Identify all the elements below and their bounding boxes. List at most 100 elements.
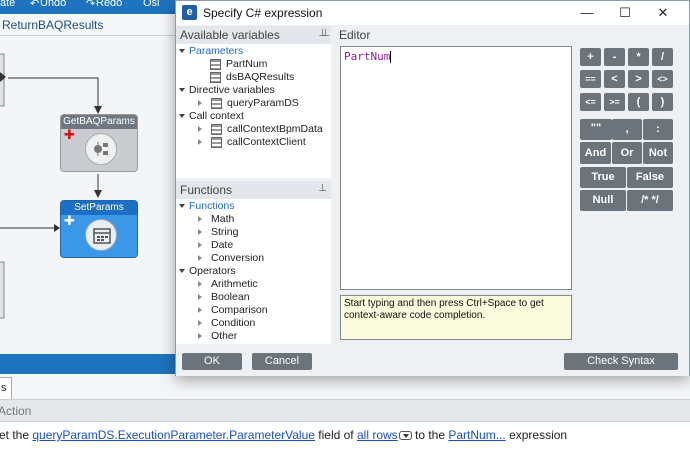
chevron-right-icon[interactable] [198, 320, 202, 327]
greater-than-button[interactable]: > [628, 70, 649, 88]
node-getbaqparams[interactable]: GetBAQParams ✚ [60, 114, 138, 172]
bottom-tab-strip: s [0, 374, 690, 400]
open-paren-button[interactable]: ( [628, 93, 649, 111]
tree-item-parameters[interactable]: Parameters [179, 45, 243, 58]
variable-icon [210, 58, 221, 70]
not-button[interactable]: Not [643, 142, 673, 164]
colon-button[interactable]: : [643, 119, 673, 140]
chevron-down-icon[interactable] [179, 114, 185, 119]
variables-tree: Parameters PartNum dsBAQResults Directiv… [176, 44, 331, 178]
action-suffix: expression [505, 428, 568, 442]
rows-link[interactable]: all rows [357, 428, 398, 442]
tree-item-callcontextbpmdata[interactable]: callContextBpmData [198, 123, 323, 136]
calendar-icon [85, 219, 117, 251]
plus-button[interactable]: + [580, 48, 601, 66]
true-button[interactable]: True [580, 167, 626, 188]
tree-item-arithmetic[interactable]: Arithmetic [198, 278, 258, 291]
tree-item-queryparamds[interactable]: queryParamDS [198, 97, 299, 110]
redo-icon: ↷ [86, 0, 96, 10]
node-setparams[interactable]: SetParams ✚ [60, 200, 138, 258]
close-paren-button[interactable]: ) [652, 93, 673, 111]
rows-dropdown-icon[interactable] [398, 431, 412, 441]
tree-item-comparison[interactable]: Comparison [198, 304, 268, 317]
toolbar-item-undo[interactable]: Undo [40, 0, 66, 9]
minimize-button[interactable]: — [572, 3, 602, 23]
chevron-right-icon[interactable] [198, 126, 202, 133]
variables-panel-title: Available variables [180, 28, 280, 42]
tree-item-condition[interactable]: Condition [198, 317, 255, 330]
chevron-down-icon[interactable] [179, 204, 185, 209]
string-literal-button[interactable]: "" [580, 119, 612, 140]
greater-equal-button[interactable]: >= [604, 93, 625, 111]
check-syntax-button[interactable]: Check Syntax [564, 353, 678, 370]
chevron-right-icon[interactable] [198, 242, 202, 249]
dataset-icon [211, 97, 222, 109]
null-button[interactable]: Null [580, 190, 626, 211]
toolbar-item-save[interactable]: ate [0, 0, 15, 9]
comment-button[interactable]: /* */ [627, 190, 673, 211]
action-mid1: field of [314, 428, 357, 442]
tree-item-date[interactable]: Date [198, 239, 233, 252]
tree-item-callcontextclient[interactable]: callContextClient [198, 136, 306, 149]
tree-item-operators[interactable]: Operators [179, 265, 236, 278]
tree-item-boolean[interactable]: Boolean [198, 291, 250, 304]
tree-item-string[interactable]: String [198, 226, 238, 239]
app-icon: e [182, 5, 197, 20]
field-link[interactable]: queryParamDS.ExecutionParameter.Paramete… [32, 428, 315, 442]
tree-item-dsbaqresults[interactable]: dsBAQResults [210, 71, 294, 84]
tree-item-functions[interactable]: Functions [179, 200, 235, 213]
tree-item-partnum[interactable]: PartNum [210, 58, 267, 71]
less-than-button[interactable]: < [604, 70, 625, 88]
chevron-right-icon[interactable] [198, 100, 202, 107]
or-button[interactable]: Or [612, 142, 642, 164]
dataset-icon [211, 136, 222, 148]
bottom-tab[interactable]: s [0, 377, 12, 399]
minus-button[interactable]: - [604, 48, 625, 66]
not-equal-button[interactable]: <> [652, 70, 673, 88]
chevron-right-icon[interactable] [198, 216, 202, 223]
dialog-titlebar[interactable]: e Specify C# expression — ☐ ✕ [176, 1, 689, 25]
maximize-button[interactable]: ☐ [610, 3, 640, 23]
chevron-right-icon[interactable] [198, 229, 202, 236]
chevron-right-icon[interactable] [198, 294, 202, 301]
chevron-right-icon[interactable] [198, 333, 202, 340]
variable-icon [210, 71, 221, 83]
toolbar-item-redo[interactable]: Redo [96, 0, 122, 9]
chevron-right-icon[interactable] [198, 255, 202, 262]
chevron-down-icon[interactable] [179, 88, 185, 93]
tree-item-conversion[interactable]: Conversion [198, 252, 264, 265]
tree-item-directive-variables[interactable]: Directive variables [179, 84, 275, 97]
tree-item-math[interactable]: Math [198, 213, 234, 226]
chevron-down-icon[interactable] [179, 269, 185, 274]
less-equal-button[interactable]: <= [580, 93, 601, 111]
pin-icon[interactable]: ⊥ [318, 183, 327, 194]
comma-button[interactable]: , [612, 119, 642, 140]
false-button[interactable]: False [627, 167, 673, 188]
chevron-right-icon[interactable] [198, 281, 202, 288]
tree-item-call-context[interactable]: Call context [179, 110, 244, 123]
toolbar-item-extra[interactable]: Osi [143, 0, 160, 9]
chevron-right-icon[interactable] [198, 139, 202, 146]
chevron-down-icon[interactable] [179, 49, 185, 54]
completion-hint: Start typing and then press Ctrl+Space t… [340, 295, 572, 340]
chevron-right-icon[interactable] [198, 307, 202, 314]
cancel-button[interactable]: Cancel [252, 353, 312, 370]
designer-tab[interactable]: ReturnBAQResults [0, 14, 175, 36]
pin-icon[interactable]: ⊥ [321, 28, 330, 39]
specify-expression-dialog: e Specify C# expression — ☐ ✕ Available … [175, 0, 690, 376]
tree-item-other[interactable]: Other [198, 330, 237, 343]
close-button[interactable]: ✕ [648, 3, 678, 23]
multiply-button[interactable]: * [628, 48, 649, 66]
ok-button[interactable]: OK [182, 353, 242, 370]
equals-button[interactable]: == [580, 70, 601, 88]
text-caret [390, 51, 392, 63]
plus-icon: ✚ [64, 127, 75, 142]
expression-editor[interactable]: PartNum [340, 46, 572, 290]
designer-tab-label: ReturnBAQResults [2, 18, 104, 32]
dataset-icon [211, 123, 222, 135]
dialog-title: Specify C# expression [203, 6, 323, 20]
divide-button[interactable]: / [652, 48, 673, 66]
data-node-icon [85, 133, 117, 165]
and-button[interactable]: And [580, 142, 611, 164]
value-link[interactable]: PartNum... [448, 428, 505, 442]
